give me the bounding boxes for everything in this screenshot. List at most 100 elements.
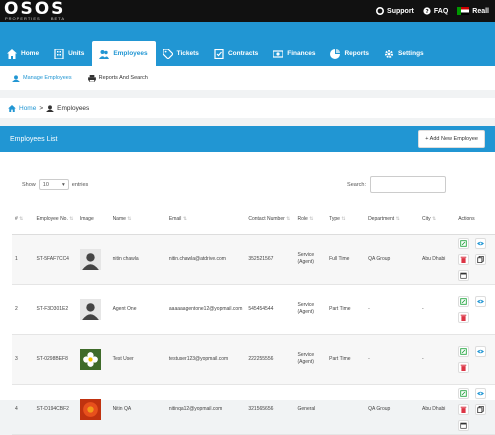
- column-header[interactable]: Role ⇅: [294, 206, 327, 235]
- nav-item-label: Units: [68, 50, 85, 57]
- table-row[interactable]: 3 ST-0298BEF8 Test User testuser123@yopmail…: [12, 334, 495, 385]
- gear-icon: [385, 49, 394, 58]
- employee-number: ST-5FAF7CC4: [33, 234, 77, 285]
- employee-image-cell: [76, 334, 110, 385]
- manage-employees-label: Manage Employees: [23, 75, 72, 81]
- view-button[interactable]: [475, 387, 487, 399]
- copy-button[interactable]: [475, 253, 487, 265]
- nav-item-label: Employees: [113, 50, 148, 57]
- copy-icon: [477, 255, 484, 263]
- column-header[interactable]: # ⇅: [12, 206, 34, 235]
- column-header[interactable]: Department ⇅: [365, 206, 420, 235]
- brand-subtitle: PROPERTIES BETA: [5, 16, 65, 21]
- employee-name: Agent One: [109, 284, 166, 335]
- column-header[interactable]: Image: [76, 206, 110, 235]
- finance-icon: [273, 49, 284, 58]
- user-menu[interactable]: Reall: [457, 7, 489, 15]
- employee-type: [326, 384, 366, 435]
- delete-button[interactable]: [458, 311, 470, 323]
- table-row[interactable]: 2 ST-F3D301E2 Agent One aaaaaagentone12@yop…: [12, 284, 495, 335]
- column-header-label: Role: [297, 216, 308, 223]
- eye-icon: [477, 349, 485, 353]
- breadcrumb-separator: >: [39, 104, 44, 112]
- employees-table: # ⇅ Employee No. ⇅ Image Name ⇅ Email ⇅ Conta…: [12, 206, 495, 435]
- eye-icon: [477, 391, 485, 395]
- column-header[interactable]: Email ⇅: [165, 206, 246, 235]
- support-label: Support: [387, 7, 414, 15]
- brand-logo[interactable]: OSOS: [4, 1, 65, 18]
- calendar-button[interactable]: [458, 269, 470, 281]
- breadcrumb-home[interactable]: Home: [19, 105, 36, 112]
- column-header[interactable]: Actions: [455, 206, 495, 235]
- sort-icon: ⇅: [182, 216, 188, 223]
- add-employee-button[interactable]: + Add New Employee: [418, 130, 485, 148]
- actions-cell: [455, 384, 495, 435]
- table-row[interactable]: 1 ST-5FAF7CC4 nitin chawla nitin.chawla@atd…: [12, 234, 495, 285]
- delete-button[interactable]: [458, 253, 470, 265]
- main-nav: Home Units Employees Tickets Contracts Financ…: [0, 41, 432, 66]
- nav-item-label: Contracts: [227, 50, 259, 57]
- show-label: Show: [22, 181, 36, 188]
- column-header[interactable]: Type ⇅: [326, 206, 366, 235]
- edit-button[interactable]: [458, 387, 470, 399]
- employee-photo: [79, 348, 101, 370]
- edit-icon: [460, 297, 467, 305]
- nav-item-units[interactable]: Units: [47, 41, 92, 66]
- nav-item-finances[interactable]: Finances: [266, 41, 323, 66]
- sub-nav: Manage Employees Reports And Search: [0, 66, 495, 90]
- avatar-placeholder: [79, 298, 101, 320]
- view-button[interactable]: [475, 237, 487, 249]
- sort-icon: ⇅: [286, 216, 291, 223]
- nav-item-tickets[interactable]: Tickets: [156, 41, 207, 66]
- employee-department: -: [365, 284, 420, 335]
- nav-item-home[interactable]: Home: [0, 41, 47, 66]
- delete-button[interactable]: [458, 361, 470, 373]
- delete-button[interactable]: [458, 403, 470, 415]
- tag-icon: [162, 48, 173, 59]
- employee-role: Service (Agent): [294, 334, 327, 385]
- column-header[interactable]: Employee No. ⇅: [33, 206, 77, 235]
- flag-icon: [457, 7, 470, 15]
- row-number: 4: [12, 384, 34, 435]
- sort-icon: ⇅: [395, 216, 400, 223]
- edit-button[interactable]: [458, 295, 470, 307]
- view-button[interactable]: [475, 295, 487, 307]
- employee-number: ST-0298BEF8: [33, 334, 77, 385]
- column-header[interactable]: Contact Number ⇅: [245, 206, 295, 235]
- employee-role: General: [294, 384, 327, 435]
- search-area: Search:: [347, 176, 446, 193]
- entries-label: entries: [71, 181, 89, 188]
- calendar-button[interactable]: [458, 419, 470, 431]
- column-header[interactable]: City ⇅: [419, 206, 456, 235]
- edit-icon: [460, 239, 467, 247]
- edit-button[interactable]: [458, 237, 470, 249]
- employee-type: Part Time: [326, 284, 366, 335]
- nav-item-employees[interactable]: Employees: [92, 41, 156, 66]
- column-header-label: Department: [368, 216, 395, 223]
- employee-department: -: [365, 334, 420, 385]
- employee-department: QA Group: [365, 234, 420, 285]
- column-header-label: Actions: [458, 216, 475, 223]
- search-input[interactable]: [370, 176, 446, 193]
- main-nav-bar: Home Units Employees Tickets Contracts Financ…: [0, 22, 495, 66]
- faq-link[interactable]: ? FAQ: [423, 7, 448, 15]
- table-row[interactable]: 4 ST-D194CBF2 Nitin QA nitinqa12@yopmail.co…: [12, 384, 495, 435]
- nav-item-settings[interactable]: Settings: [377, 41, 432, 66]
- table-controls: Show 10 ▾ entries Search:: [0, 176, 495, 194]
- edit-button[interactable]: [458, 345, 470, 357]
- actions-cell: [455, 234, 495, 285]
- nav-item-contracts[interactable]: Contracts: [207, 41, 266, 66]
- manage-employees-link[interactable]: Manage Employees: [12, 74, 72, 82]
- copy-button[interactable]: [475, 403, 487, 415]
- trash-icon: [460, 364, 467, 371]
- column-header[interactable]: Name ⇅: [109, 206, 166, 235]
- top-bar: OSOS PROPERTIES BETA Support ? FAQ Reall: [0, 0, 495, 22]
- edit-icon: [460, 347, 467, 355]
- view-button[interactable]: [475, 345, 487, 357]
- employee-image-cell: [76, 234, 110, 285]
- nav-item-reports[interactable]: Reports: [323, 41, 377, 66]
- support-link[interactable]: Support: [376, 7, 414, 15]
- faq-label: FAQ: [433, 7, 449, 15]
- entries-select[interactable]: 10 ▾: [38, 179, 69, 190]
- reports-search-link[interactable]: Reports And Search: [87, 74, 148, 82]
